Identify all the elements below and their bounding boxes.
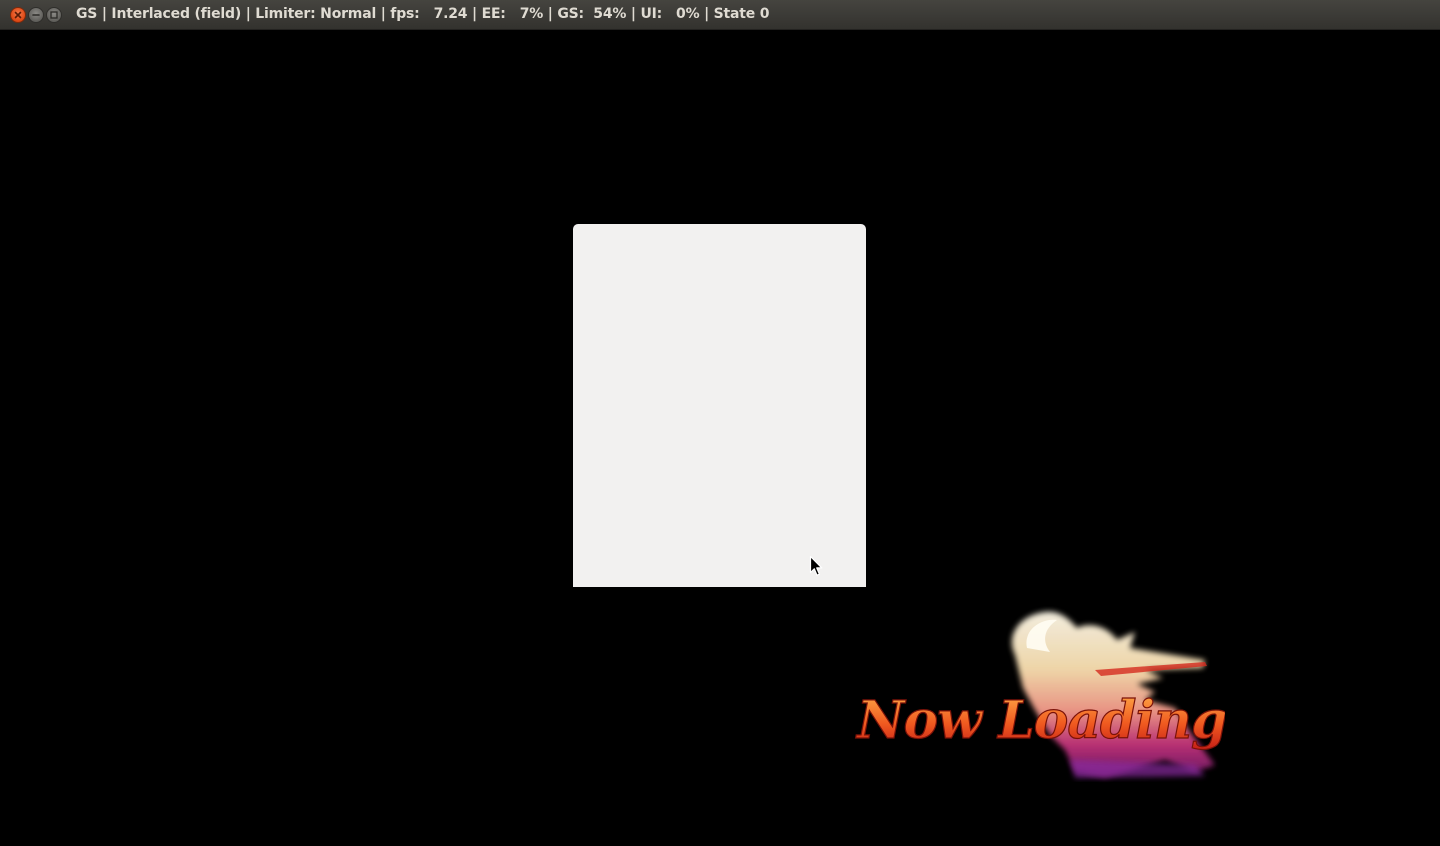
maximize-button[interactable] <box>46 7 62 23</box>
minimize-icon <box>32 14 40 16</box>
window-title: GS | Interlaced (field) | Limiter: Norma… <box>76 6 770 22</box>
close-icon <box>14 11 22 19</box>
close-button[interactable] <box>10 7 26 23</box>
blank-dialog-window[interactable] <box>573 224 866 587</box>
now-loading-text: Now Loading <box>855 690 1225 751</box>
minimize-button[interactable] <box>28 7 44 23</box>
mouse-cursor-icon <box>809 555 823 576</box>
window-titlebar[interactable]: GS | Interlaced (field) | Limiter: Norma… <box>0 0 1440 30</box>
now-loading-logo: Now Loading <box>854 611 1225 778</box>
maximize-icon <box>50 11 58 19</box>
